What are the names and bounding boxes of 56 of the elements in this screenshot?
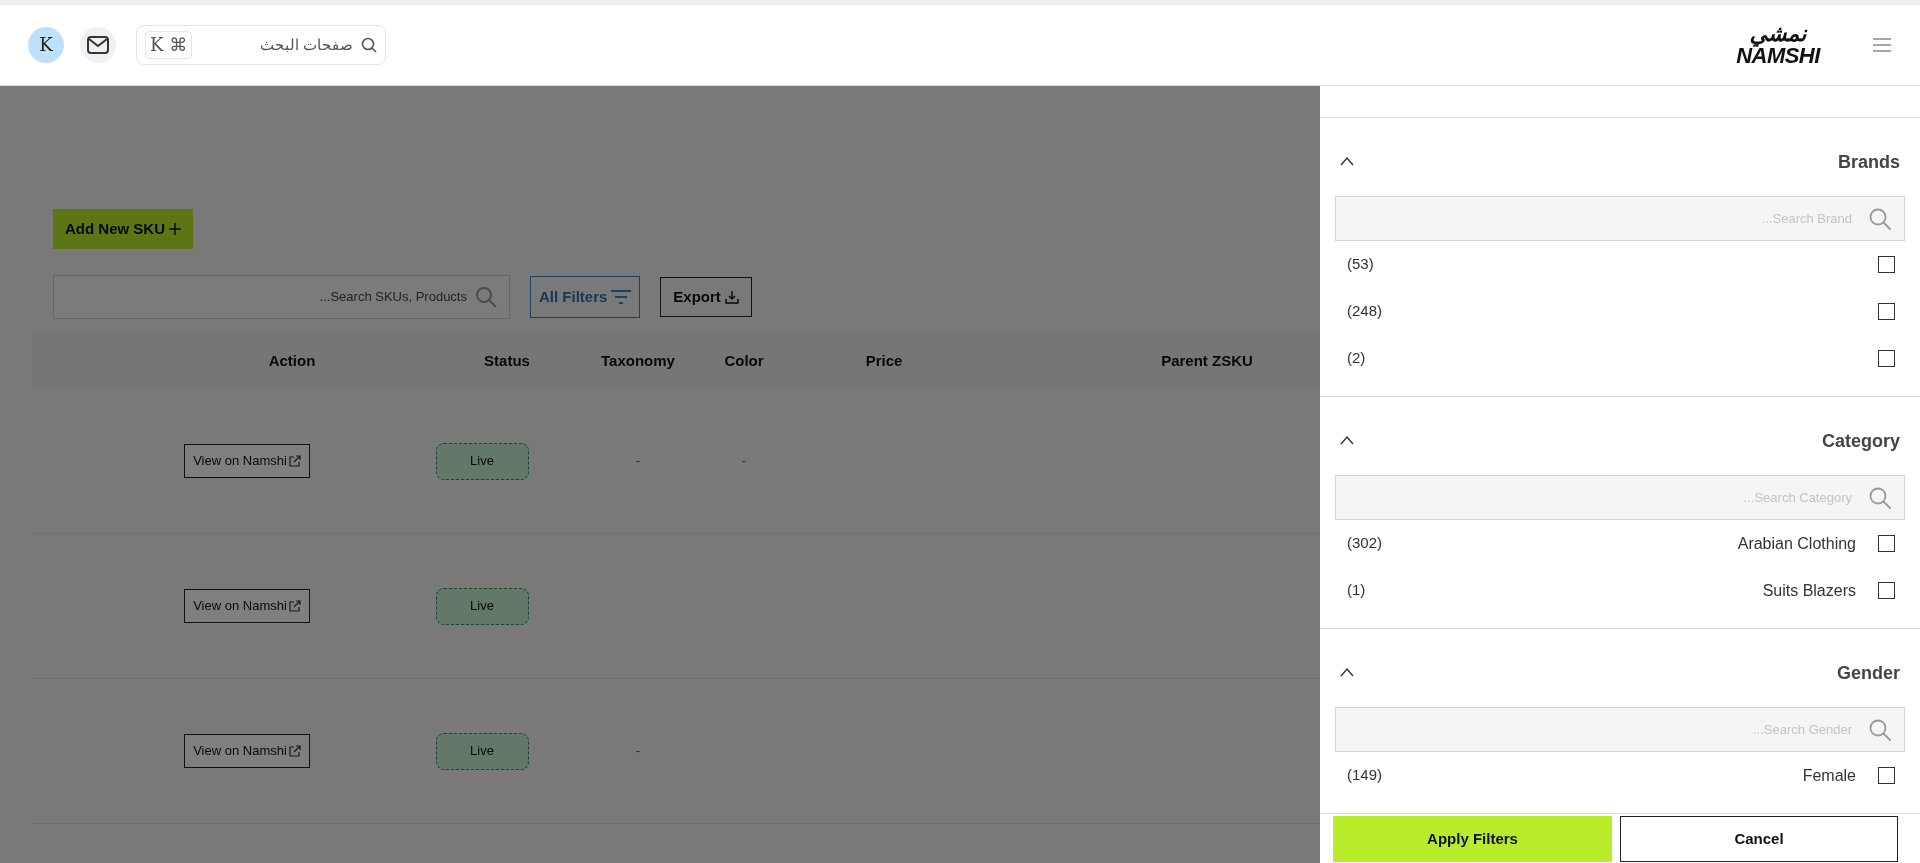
external-link-icon xyxy=(288,745,301,757)
mail-icon xyxy=(87,36,109,54)
checkbox[interactable] xyxy=(1878,303,1895,320)
option-count: (2) xyxy=(1347,348,1366,369)
option-count: (248) xyxy=(1347,301,1383,322)
filter-icon xyxy=(611,290,632,304)
download-icon xyxy=(724,290,739,304)
column-header: Parent ZSKU xyxy=(1161,350,1253,371)
status-badge: Live xyxy=(435,732,529,770)
column-header: Action xyxy=(268,350,316,371)
export-button[interactable]: Export xyxy=(660,277,752,317)
section-title: Gender xyxy=(1836,661,1900,685)
apply-filters-button[interactable]: Apply Filters xyxy=(1333,816,1612,862)
column-header: Color xyxy=(724,350,764,371)
option-count: (1) xyxy=(1347,580,1366,601)
search-icon xyxy=(361,37,377,53)
option-label: Suits Blazers xyxy=(1762,580,1856,601)
table-cell-text: - xyxy=(741,452,747,471)
mail-button[interactable] xyxy=(80,27,116,63)
checkbox[interactable] xyxy=(1878,767,1895,784)
search-icon xyxy=(1868,485,1892,510)
column-header: Status xyxy=(484,350,530,371)
status-badge: Live xyxy=(435,442,529,480)
checkbox[interactable] xyxy=(1878,535,1895,552)
plus-icon xyxy=(169,223,181,235)
option-label: Arabian Clothing xyxy=(1737,533,1856,554)
checkbox[interactable] xyxy=(1878,350,1895,367)
shortcut-hint: K ⌘ xyxy=(145,31,193,59)
add-sku-button[interactable]: Add New SKU xyxy=(53,209,193,249)
search-icon xyxy=(475,286,497,308)
view-on-namshi-button[interactable]: View on Namshi xyxy=(184,734,310,768)
search-placeholder: صفحات البحث xyxy=(258,34,353,55)
checkbox[interactable] xyxy=(1878,256,1895,273)
search-icon xyxy=(1868,717,1892,742)
external-link-icon xyxy=(288,600,301,612)
view-on-namshi-button[interactable]: View on Namshi xyxy=(184,589,310,623)
search-field[interactable]: ...Search SKUs, Products xyxy=(53,275,510,319)
table-cell-text: - xyxy=(635,742,641,761)
option-count: (53) xyxy=(1347,254,1374,275)
option-count: (149) xyxy=(1347,765,1383,786)
column-header: Price xyxy=(865,350,903,371)
option-count: (302) xyxy=(1347,533,1383,554)
user-avatar[interactable]: K xyxy=(28,27,64,63)
search-icon xyxy=(1868,206,1892,231)
cancel-button[interactable]: Cancel xyxy=(1620,816,1898,862)
status-badge: Live xyxy=(435,587,529,625)
section-title: Brands xyxy=(1838,150,1900,174)
view-on-namshi-button[interactable]: View on Namshi xyxy=(184,444,310,478)
checkbox[interactable] xyxy=(1878,582,1895,599)
column-header: Taxonomy xyxy=(601,350,675,371)
all-filters-button[interactable]: All Filters xyxy=(530,276,641,318)
table-cell-text: - xyxy=(635,452,641,471)
option-label: Female xyxy=(1802,765,1856,786)
section-title: Category xyxy=(1821,429,1900,453)
external-link-icon xyxy=(288,455,301,467)
search-placeholder: ...Search SKUs, Products xyxy=(319,288,467,307)
